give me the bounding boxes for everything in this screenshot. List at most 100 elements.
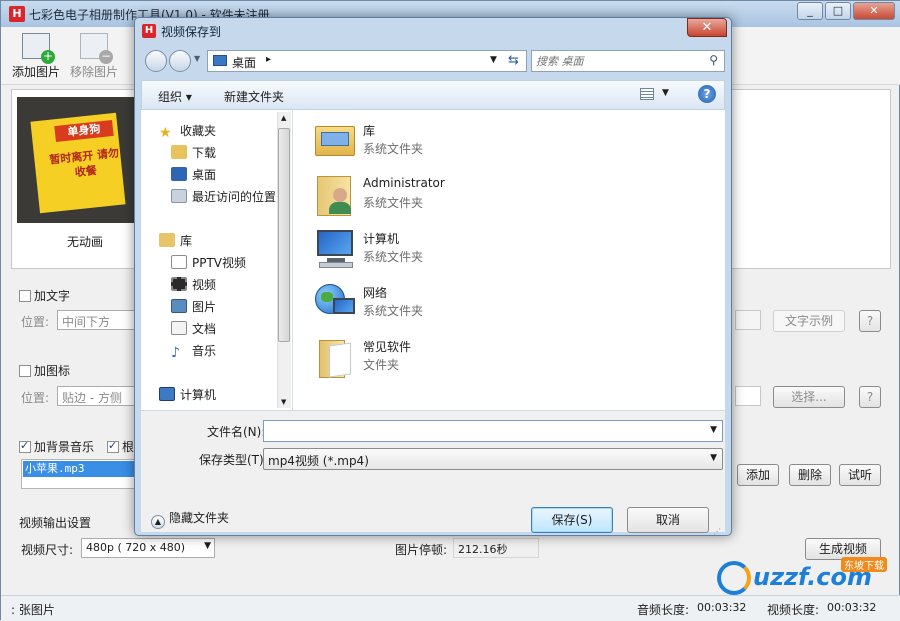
music-delete-button[interactable]: 删除	[789, 464, 831, 486]
dialog-close-button[interactable]: ✕	[687, 18, 727, 37]
new-folder-button[interactable]: 新建文件夹	[224, 88, 284, 105]
video-length-value: 00:03:32	[827, 601, 877, 614]
collapse-chevron-icon[interactable]: ▲	[151, 515, 165, 529]
search-input[interactable]	[536, 53, 696, 69]
text-position-select[interactable]: 中间下方	[57, 310, 137, 330]
dialog-title-bar[interactable]: H 视频保存到 ✕	[135, 18, 731, 44]
video-size-label: 视频尺寸:	[21, 543, 74, 557]
music-add-button[interactable]: 添加	[737, 464, 779, 486]
add-music-label: 加背景音乐	[34, 440, 95, 454]
file-item-type: 系统文件夹	[363, 304, 424, 318]
logo-position-select[interactable]: 贴边 - 方侧	[57, 386, 137, 406]
video-size-select[interactable]: 480p ( 720 x 480) ▼	[81, 538, 215, 558]
nav-recent[interactable]: 最近访问的位置	[171, 188, 276, 205]
text-help-button[interactable]: ?	[859, 310, 881, 332]
nav-downloads[interactable]: 下载	[171, 144, 216, 161]
nav-videos[interactable]: 视频	[171, 276, 216, 293]
nav-documents[interactable]: 文档	[171, 320, 216, 337]
nav-desktop[interactable]: 桌面	[171, 166, 216, 183]
restore-button[interactable]: □	[825, 2, 851, 20]
library-folder-icon	[313, 118, 357, 162]
audio-length-value: 00:03:32	[697, 601, 747, 614]
download-folder-icon	[171, 145, 187, 159]
add-logo-checkbox[interactable]: 加图标	[19, 362, 70, 379]
music-listen-button[interactable]: 试听	[839, 464, 881, 486]
back-button[interactable]	[145, 50, 167, 72]
main-close-button[interactable]: ✕	[853, 2, 895, 20]
add-image-button[interactable]: + 添加图片	[9, 33, 63, 80]
refresh-icon[interactable]: ⇆	[508, 53, 519, 68]
minimize-button[interactable]: _	[797, 2, 823, 20]
nav-favorites-label: 收藏夹	[180, 124, 217, 138]
nav-pictures[interactable]: 图片	[171, 298, 216, 315]
nav-music[interactable]: ♪ 音乐	[171, 342, 216, 360]
watermark-subtext: 东坡下载	[841, 557, 887, 572]
add-logo-checkbox-box[interactable]	[19, 365, 31, 377]
address-location[interactable]: 桌面	[232, 54, 256, 71]
add-music-checkbox[interactable]: 加背景音乐	[19, 438, 94, 455]
logo-position-label: 位置:	[21, 391, 50, 405]
save-button[interactable]: 保存(S)	[531, 507, 613, 533]
logo-help-button[interactable]: ?	[859, 386, 881, 408]
file-item-administrator[interactable]: Administrator 系统文件夹	[313, 172, 713, 222]
nav-pptv[interactable]: PPTV视频	[171, 254, 246, 271]
search-icon[interactable]: ⚲	[709, 53, 718, 67]
organize-menu[interactable]: 组织 ▾	[158, 88, 192, 105]
music-option-label: 根	[122, 440, 135, 454]
hide-folders-toggle[interactable]: ▲ 隐藏文件夹	[151, 509, 229, 529]
address-dropdown-icon[interactable]: ▼	[490, 55, 497, 65]
recent-pages-chevron-icon[interactable]: ▼	[194, 54, 200, 63]
text-sample-button[interactable]: 文字示例	[773, 310, 845, 332]
add-music-checkbox-box[interactable]	[19, 439, 31, 453]
filename-dropdown-icon[interactable]: ▼	[710, 425, 717, 435]
star-icon: ★	[159, 125, 172, 141]
status-bar: : 张图片 音频长度: 00:03:32 视频长度: 00:03:32	[1, 595, 900, 621]
add-text-checkbox-box[interactable]	[19, 290, 31, 302]
text-color-select[interactable]	[735, 310, 761, 330]
file-item-computer[interactable]: 计算机 系统文件夹	[313, 226, 713, 276]
resize-grip-icon[interactable]: ⋰	[713, 527, 721, 536]
app-icon: H	[9, 6, 25, 22]
music-option-checkbox-box[interactable]	[107, 439, 119, 453]
help-icon[interactable]: ?	[698, 85, 716, 103]
address-separator-icon[interactable]: ▸	[266, 54, 271, 65]
remove-image-label: 移除图片	[69, 65, 118, 79]
nav-scrollbar-thumb[interactable]	[278, 128, 290, 342]
filename-input[interactable]: ▼	[263, 420, 723, 442]
music-option-checkbox[interactable]: 根	[107, 438, 134, 455]
address-bar[interactable]: 桌面 ▸ ▼ ⇆	[207, 50, 527, 72]
file-item-library[interactable]: 库 系统文件夹	[313, 118, 713, 168]
scroll-up-icon[interactable]: ▲	[281, 114, 286, 122]
file-item-network[interactable]: 网络 系统文件夹	[313, 280, 713, 330]
cancel-button[interactable]: 取消	[627, 507, 709, 533]
add-logo-label: 加图标	[34, 364, 71, 378]
filetype-select[interactable]: mp4视频 (*.mp4) ▼	[263, 448, 723, 470]
nav-computer[interactable]: 计算机	[159, 386, 216, 403]
remove-image-button[interactable]: − 移除图片	[67, 33, 121, 80]
video-icon	[171, 277, 187, 291]
logo-choose-button[interactable]: 选择...	[773, 386, 845, 408]
scroll-down-icon[interactable]: ▼	[281, 398, 286, 406]
image-pause-value: 212.16秒	[453, 538, 539, 558]
file-item-type: 系统文件夹	[363, 250, 424, 264]
music-file-list[interactable]: 小苹果.mp3	[21, 459, 137, 489]
image-thumbnail[interactable]: 单身狗 暂时离开 请勿收餐	[17, 97, 137, 223]
music-file-item[interactable]: 小苹果.mp3	[23, 461, 135, 477]
file-item-name: 常见软件	[363, 340, 412, 354]
search-box[interactable]: ⚲	[531, 50, 725, 72]
forward-button[interactable]	[169, 50, 191, 72]
dialog-app-icon: H	[142, 24, 156, 38]
nav-desktop-label: 桌面	[192, 168, 217, 182]
file-item-common-software[interactable]: 常见软件 文件夹	[313, 334, 713, 384]
view-options-icon[interactable]	[640, 88, 654, 100]
add-text-checkbox[interactable]: 加文字	[19, 287, 70, 304]
nav-libraries[interactable]: 库	[159, 232, 192, 249]
nav-videos-label: 视频	[192, 278, 217, 292]
file-item-type: 系统文件夹	[363, 196, 424, 210]
filetype-dropdown-icon[interactable]: ▼	[710, 453, 717, 463]
desktop-small-icon	[213, 55, 227, 66]
view-dropdown-icon[interactable]: ▼	[662, 88, 669, 98]
nav-favorites[interactable]: ★ 收藏夹	[159, 122, 216, 140]
logo-path-field[interactable]	[735, 386, 761, 406]
nav-libraries-label: 库	[180, 234, 193, 248]
